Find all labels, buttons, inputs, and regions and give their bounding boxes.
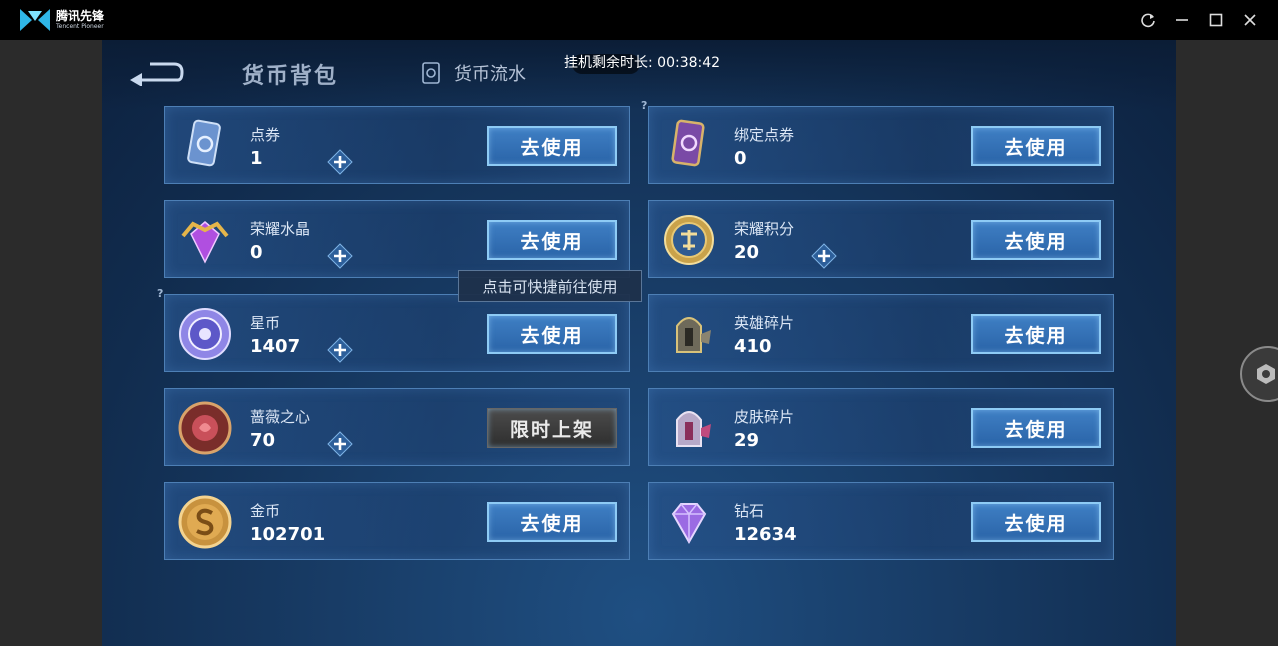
currency-value: 0 [734, 148, 747, 169]
currency-value: 1 [250, 148, 263, 169]
use-skin-fragment-button[interactable]: 去使用 [971, 408, 1101, 448]
gold-coin-icon [178, 495, 232, 549]
refresh-icon [1141, 13, 1155, 28]
rose-heart-icon [178, 401, 232, 455]
back-button[interactable] [126, 58, 184, 87]
left-letterbox [0, 40, 102, 646]
currency-value: 102701 [250, 524, 326, 545]
plus-icon [811, 243, 837, 269]
currency-name: 钻石 [734, 502, 765, 520]
use-glory-crystal-button[interactable]: 去使用 [487, 220, 617, 260]
currency-name: 荣耀水晶 [250, 220, 311, 238]
minimize-button[interactable] [1172, 10, 1192, 30]
currency-name: 英雄碎片 [734, 314, 795, 332]
currency-value: 20 [734, 242, 760, 263]
use-voucher-button[interactable]: 去使用 [487, 126, 617, 166]
currency-card-skin-fragment: 皮肤碎片 29 去使用 [648, 388, 1114, 466]
currency-card-voucher: 点券 1 去使用 [164, 106, 630, 184]
close-icon [1244, 14, 1256, 26]
use-bound-voucher-button[interactable]: 去使用 [971, 126, 1101, 166]
hero-fragment-icon [676, 317, 711, 353]
minimize-icon [1176, 19, 1188, 21]
add-voucher-button[interactable] [327, 149, 353, 175]
currency-name: 蔷薇之心 [250, 408, 311, 426]
app-name-en: Tencent Pioneer [56, 23, 104, 30]
currency-value: 410 [734, 336, 772, 357]
tooltip: 点击可快捷前往使用 [458, 270, 642, 302]
limited-time-button[interactable]: 限时上架 [487, 408, 617, 448]
refresh-button[interactable] [1138, 10, 1158, 30]
tab-currency-flow-label: 货币流水 [454, 64, 526, 85]
add-star-coin-button[interactable] [327, 337, 353, 363]
currency-card-rose-heart: 蔷薇之心 70 限时上架 [164, 388, 630, 466]
maximize-button[interactable] [1206, 10, 1226, 30]
currency-value: 29 [734, 430, 760, 451]
app-name: 腾讯先锋 [56, 9, 105, 23]
currency-name: 荣耀积分 [734, 220, 795, 238]
glory-points-icon [664, 215, 714, 265]
right-letterbox [1176, 40, 1278, 646]
idle-timer: 挂机剩余时长: 00:38:42 [564, 55, 721, 71]
title-bar: 腾讯先锋 Tencent Pioneer [0, 0, 1278, 40]
plus-icon [327, 337, 353, 363]
currency-card-glory-crystal: 荣耀水晶 0 去使用 [164, 200, 630, 278]
help-icon[interactable]: ? [157, 287, 171, 301]
currency-value: 0 [250, 242, 263, 263]
currency-name: 绑定点券 [734, 126, 795, 144]
hexagon-icon [1257, 364, 1275, 384]
use-glory-points-button[interactable]: 去使用 [971, 220, 1101, 260]
use-hero-fragment-button[interactable]: 去使用 [971, 314, 1101, 354]
currency-name: 皮肤碎片 [734, 408, 795, 426]
currency-card-star-coin: ? 星币 1407 去使用 [157, 287, 630, 372]
plus-icon [327, 431, 353, 457]
diamond-icon [671, 503, 707, 545]
currency-name: 点券 [250, 126, 281, 144]
add-rose-heart-button[interactable] [327, 431, 353, 457]
bound-voucher-card-icon [671, 119, 705, 167]
currency-name: 金币 [250, 502, 281, 520]
use-diamond-button[interactable]: 去使用 [971, 502, 1101, 542]
plus-icon [327, 243, 353, 269]
currency-value: 12634 [734, 524, 797, 545]
add-glory-points-button[interactable] [811, 243, 837, 269]
currency-card-gold-coin: 金币 102701 去使用 [164, 482, 630, 560]
currency-name: 星币 [250, 314, 281, 332]
currency-value: 70 [250, 430, 276, 451]
tencent-pioneer-logo-icon [20, 9, 50, 31]
use-star-coin-button[interactable]: 去使用 [487, 314, 617, 354]
help-icon[interactable]: ? [641, 99, 655, 113]
use-gold-coin-button[interactable]: 去使用 [487, 502, 617, 542]
glory-crystal-icon [181, 221, 229, 264]
app-logo: 腾讯先锋 Tencent Pioneer [18, 6, 108, 34]
star-coin-icon [179, 308, 231, 360]
page-title: 货币背包 [242, 64, 339, 89]
currency-card-hero-fragment: 英雄碎片 410 去使用 [648, 294, 1114, 372]
plus-icon [327, 149, 353, 175]
maximize-icon [1209, 13, 1223, 27]
close-button[interactable] [1240, 10, 1260, 30]
currency-card-glory-points: 荣耀积分 20 去使用 [648, 200, 1114, 278]
ledger-card-icon [422, 62, 440, 84]
game-screen: 货币背包 货币流水 挂机剩余时长: 00:38:42 点券 1 去使用 ? 绑定… [102, 40, 1176, 646]
floating-menu-handle[interactable] [1240, 346, 1278, 402]
currency-card-diamond: 钻石 12634 去使用 [648, 482, 1114, 560]
skin-fragment-icon [676, 411, 711, 447]
back-arrow-icon [130, 62, 184, 87]
voucher-card-icon [187, 119, 221, 167]
currency-card-bound-voucher: ? 绑定点券 0 去使用 [641, 99, 1114, 184]
tab-currency-flow[interactable]: 货币流水 [420, 60, 526, 86]
add-glory-crystal-button[interactable] [327, 243, 353, 269]
currency-value: 1407 [250, 336, 301, 357]
